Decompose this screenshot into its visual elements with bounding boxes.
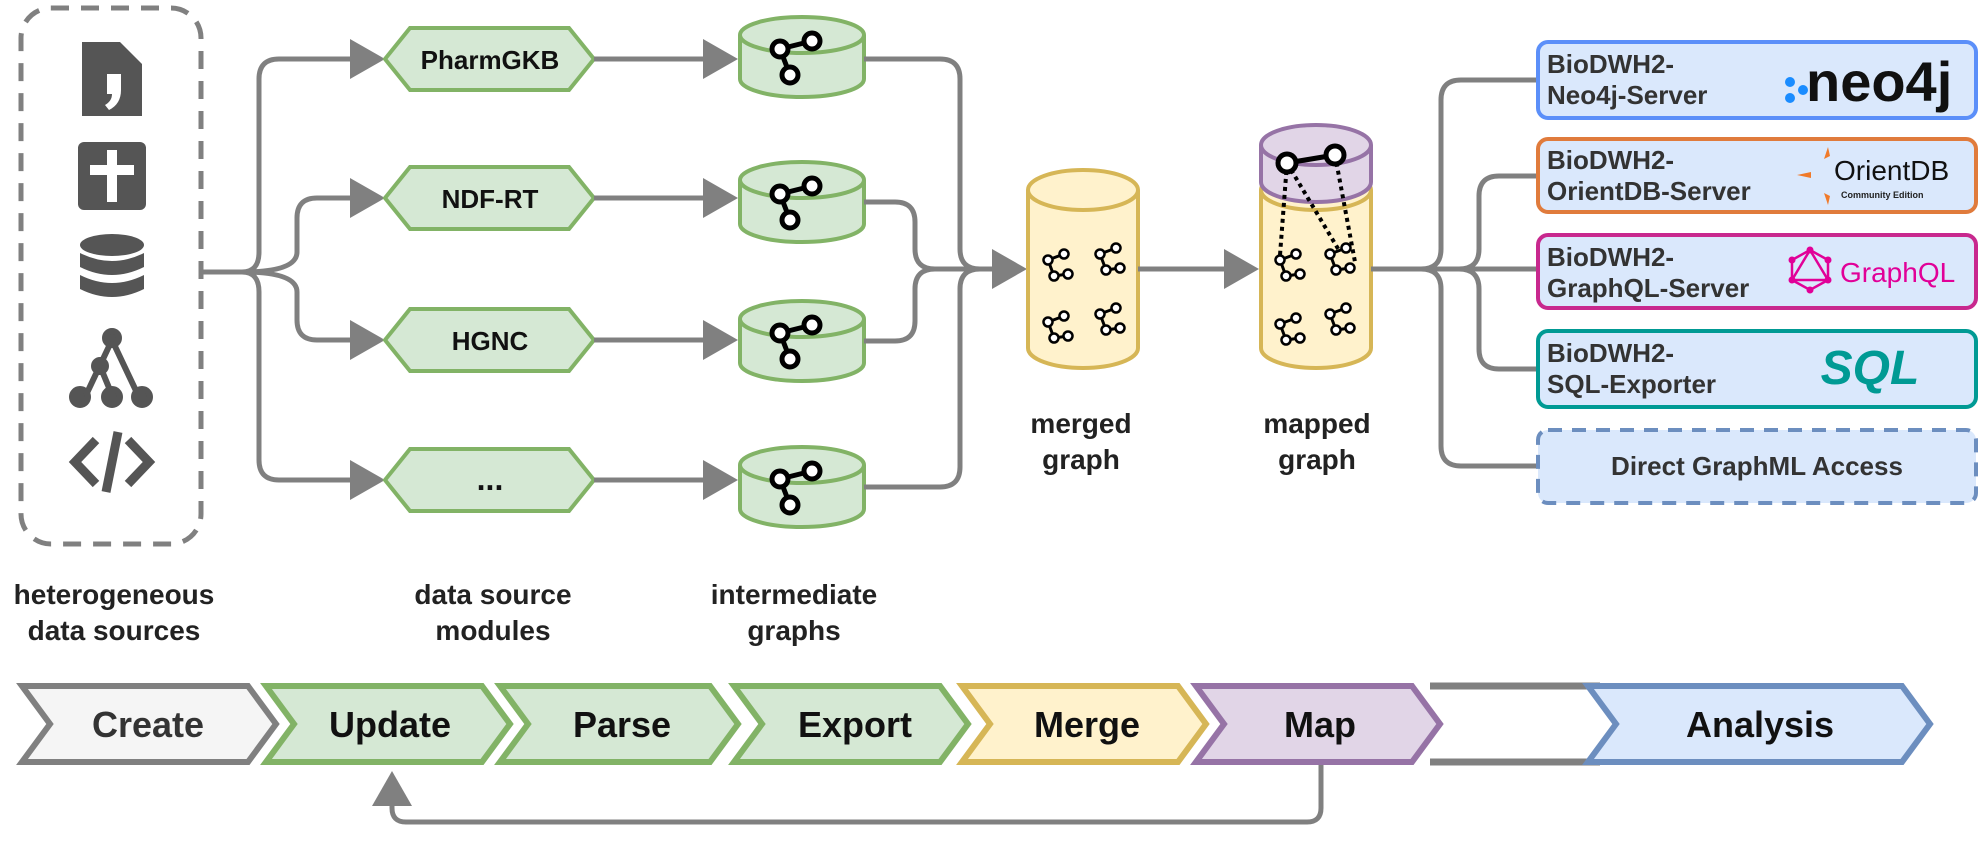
modules-label-line2: modules xyxy=(435,615,550,646)
target-sql-exporter[interactable]: BioDWH2- SQL-Exporter SQL xyxy=(1536,329,1978,409)
step-label: Merge xyxy=(1034,704,1140,745)
target-label: OrientDB-Server xyxy=(1547,176,1751,206)
module-label: PharmGKB xyxy=(421,45,560,75)
module-more: ... xyxy=(382,447,597,513)
intermediate-graph-cylinder xyxy=(738,445,866,529)
step-label: Analysis xyxy=(1686,704,1834,745)
merged-label-line2: graph xyxy=(1042,444,1120,475)
map-to-update-loop-arrow xyxy=(372,765,1324,825)
pipeline: Create Update Parse Export Merge Map Ana… xyxy=(16,682,1934,825)
mapped-label-line1: mapped xyxy=(1263,408,1370,439)
intermediate-label-line1: intermediate xyxy=(711,579,878,610)
step-label: Export xyxy=(798,704,912,745)
mapped-label-line2: graph xyxy=(1278,444,1356,475)
intermediate-graph-cylinder xyxy=(738,160,866,244)
module-label: HGNC xyxy=(452,326,529,356)
neo4j-logo-text: neo4j xyxy=(1806,50,1952,113)
step-map[interactable]: Map xyxy=(1190,683,1444,765)
modules-group: PharmGKB NDF-RT HGNC ... data source mod… xyxy=(382,26,738,646)
step-create[interactable]: Create xyxy=(16,683,280,765)
module-hgnc: HGNC xyxy=(382,307,597,373)
biodwh2-architecture-diagram: heterogeneous data sources PharmGKB NDF-… xyxy=(14,5,1978,825)
medical-cross-icon xyxy=(78,142,146,210)
intermediate-graph-cylinder xyxy=(738,299,866,383)
target-label: BioDWH2- xyxy=(1547,338,1674,368)
target-label: GraphQL-Server xyxy=(1547,273,1749,303)
step-export[interactable]: Export xyxy=(728,683,972,765)
modules-label-line1: data source xyxy=(414,579,571,610)
export-targets: BioDWH2- Neo4j-Server neo4j BioDWH2- Ori… xyxy=(1536,40,1978,505)
target-graphql-server[interactable]: BioDWH2- GraphQL-Server GraphQL xyxy=(1536,233,1978,310)
target-orientdb-server[interactable]: BioDWH2- OrientDB-Server OrientDB Commun… xyxy=(1536,137,1978,214)
target-label: BioDWH2- xyxy=(1547,49,1674,79)
orientdb-logo-subtitle: Community Edition xyxy=(1841,190,1924,200)
target-label: SQL-Exporter xyxy=(1547,369,1716,399)
module-label: NDF-RT xyxy=(442,184,539,214)
step-label: Parse xyxy=(573,704,671,745)
target-label: BioDWH2- xyxy=(1547,145,1674,175)
step-label: Map xyxy=(1284,704,1356,745)
intermediate-label-line2: graphs xyxy=(747,615,840,646)
target-label: Direct GraphML Access xyxy=(1611,451,1903,481)
sql-logo-text: SQL xyxy=(1821,342,1920,395)
graphql-logo-text: GraphQL xyxy=(1840,257,1955,288)
step-analysis[interactable]: Analysis xyxy=(1582,683,1934,765)
module-label: ... xyxy=(477,461,504,497)
target-neo4j-server[interactable]: BioDWH2- Neo4j-Server neo4j xyxy=(1536,40,1978,120)
intermediate-merged-connectors xyxy=(864,56,1027,490)
mapped-target-connectors xyxy=(1371,77,1536,469)
orientdb-logo-text: OrientDB xyxy=(1834,155,1949,186)
step-merge[interactable]: Merge xyxy=(956,683,1210,765)
step-label: Update xyxy=(329,704,451,745)
target-direct-graphml-access[interactable]: Direct GraphML Access xyxy=(1536,428,1978,505)
step-update[interactable]: Update xyxy=(260,683,514,765)
data-sources-group: heterogeneous data sources xyxy=(14,5,215,646)
sources-label-line2: data sources xyxy=(28,615,201,646)
merged-label-line1: merged xyxy=(1030,408,1131,439)
module-ndf-rt: NDF-RT xyxy=(382,165,597,231)
database-icon xyxy=(80,234,144,297)
mapped-graph-group: mapped graph xyxy=(1259,123,1373,475)
target-label: BioDWH2- xyxy=(1547,242,1674,272)
source-module-connectors xyxy=(202,39,385,500)
target-label: Neo4j-Server xyxy=(1547,80,1707,110)
neo4j-logo: neo4j xyxy=(1785,50,1952,113)
step-parse[interactable]: Parse xyxy=(494,683,742,765)
merged-graph-group: merged graph xyxy=(1026,168,1259,475)
mapped-graph-cylinder xyxy=(1259,123,1373,370)
sources-label-line1: heterogeneous xyxy=(14,579,215,610)
module-pharmgkb: PharmGKB xyxy=(382,26,597,92)
merged-graph-cylinder xyxy=(1026,168,1140,370)
intermediate-graph-cylinder xyxy=(738,15,866,99)
intermediate-graphs-group: intermediate graphs xyxy=(711,15,878,646)
step-label: Create xyxy=(92,704,204,745)
